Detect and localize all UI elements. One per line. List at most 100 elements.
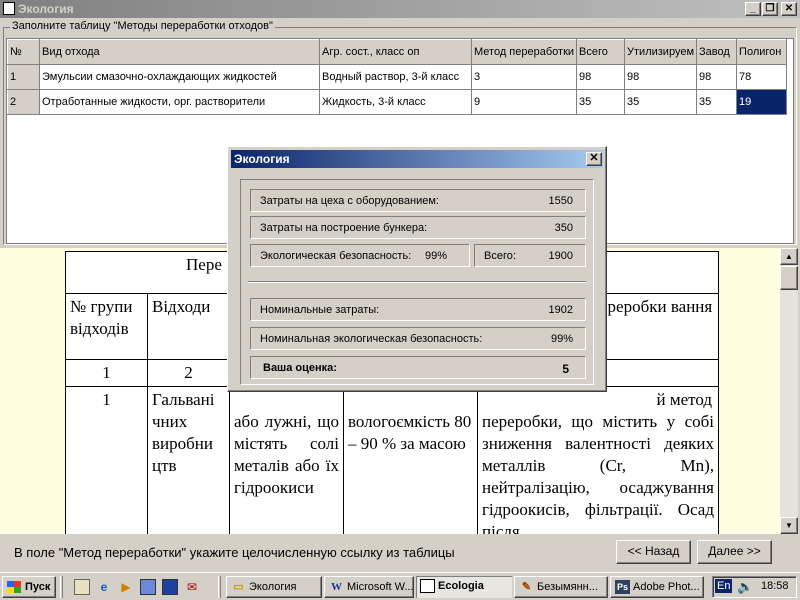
grid-cell[interactable]: 98 bbox=[576, 64, 626, 90]
row-number[interactable]: 1 bbox=[7, 64, 40, 90]
grid-header[interactable]: № bbox=[7, 39, 40, 65]
grid-table: № Вид отхода Агр. сост., класс оп Метод … bbox=[7, 39, 788, 115]
task-button-word[interactable]: W Microsoft W... bbox=[324, 576, 414, 598]
grid-header[interactable]: Завод bbox=[696, 39, 738, 65]
close-button[interactable]: ✕ bbox=[781, 2, 797, 16]
scroll-down-button[interactable]: ▼ bbox=[780, 517, 798, 534]
app-icon bbox=[3, 2, 15, 15]
score-value: 5 bbox=[562, 362, 569, 376]
clock: 18:58 bbox=[761, 580, 789, 592]
word-icon: W bbox=[331, 581, 342, 593]
grid-cell[interactable]: Водный раствор, 3-й класс bbox=[319, 64, 472, 90]
task-label: Экология bbox=[249, 581, 297, 593]
table-row: 2 Отработанные жидкости, орг. растворите… bbox=[7, 89, 788, 115]
toolbar-handle[interactable] bbox=[218, 576, 221, 598]
dialog-titlebar[interactable]: Экология bbox=[231, 150, 603, 168]
minimize-button[interactable]: _ bbox=[745, 2, 761, 16]
grid-header[interactable]: Агр. сост., класс оп bbox=[319, 39, 472, 65]
grid-cell-selected[interactable]: 19 bbox=[736, 89, 788, 115]
restore-button[interactable]: ❐ bbox=[762, 2, 778, 16]
grid-header[interactable]: Вид отхода bbox=[39, 39, 320, 65]
app-shortcut-icon[interactable] bbox=[140, 579, 156, 595]
dialog-title: Экология bbox=[234, 152, 290, 166]
bunker-cost-field: Затраты на построение бункера: 350 bbox=[250, 216, 586, 239]
task-label: Microsoft W... bbox=[347, 581, 414, 593]
show-desktop-icon[interactable] bbox=[74, 579, 90, 595]
row-number[interactable]: 2 bbox=[7, 89, 40, 115]
grid-header[interactable]: Утилизируем bbox=[624, 39, 698, 65]
scroll-thumb[interactable] bbox=[780, 266, 798, 290]
grid-header-row: № Вид отхода Агр. сост., класс оп Метод … bbox=[7, 39, 788, 65]
grid-cell[interactable]: 35 bbox=[576, 89, 626, 115]
eco-safety-label: Экологическая безопасность: bbox=[260, 250, 412, 262]
total-label: Всего: bbox=[484, 250, 516, 262]
doc-row-c5: й метод переробки, що містить у собі зниж… bbox=[477, 386, 719, 534]
grid-header[interactable]: Всего bbox=[576, 39, 626, 65]
result-dialog: Экология ✕ Затраты на цеха с оборудовани… bbox=[227, 146, 607, 392]
grid-cell[interactable]: 9 bbox=[470, 89, 578, 115]
task-button-ecology-folder[interactable]: ▭ Экология bbox=[226, 576, 322, 598]
toolbar-handle[interactable] bbox=[60, 576, 63, 598]
doc-row-waste: Гальвані чних виробни цтв bbox=[147, 386, 230, 534]
grid-cell[interactable]: 3 bbox=[470, 64, 578, 90]
dialog-close-button[interactable]: ✕ bbox=[586, 152, 602, 166]
doc-col-header: Відходи bbox=[147, 293, 230, 360]
app-icon bbox=[420, 579, 435, 593]
grid-cell[interactable]: Отработанные жидкости, орг. растворители bbox=[39, 89, 320, 115]
scroll-up-button[interactable]: ▲ bbox=[780, 248, 798, 265]
equipment-cost-value: 1550 bbox=[548, 195, 573, 207]
doc-num: 2 bbox=[147, 359, 230, 387]
doc-num: 1 bbox=[65, 359, 148, 387]
system-tray: En 🔈 18:58 bbox=[712, 576, 797, 598]
doc-title: Пере bbox=[186, 255, 222, 274]
language-indicator[interactable]: En bbox=[715, 579, 733, 593]
vertical-scrollbar[interactable]: ▲ ▼ bbox=[780, 248, 798, 534]
status-bar: В поле "Метод переработки" укажите целоч… bbox=[0, 537, 800, 567]
outlook-icon[interactable]: ✉ bbox=[184, 579, 200, 595]
windows-logo-icon bbox=[7, 581, 21, 593]
grid-cell[interactable]: 35 bbox=[696, 89, 738, 115]
task-label: Adobe Phot... bbox=[633, 581, 700, 593]
table-row: 1 Эмульсии смазочно-охлаждающих жидкосте… bbox=[7, 64, 788, 90]
media-player-icon[interactable]: ▶ bbox=[118, 579, 134, 595]
doc-row-c5a: й метод bbox=[656, 390, 712, 409]
score-label: Ваша оценка: bbox=[263, 362, 337, 374]
bunker-cost-label: Затраты на построение бункера: bbox=[260, 222, 428, 234]
doc-row-c5-text: переробки, що містить у собі зниження ва… bbox=[482, 412, 714, 534]
grid-header[interactable]: Полигон bbox=[736, 39, 788, 65]
group-label: Заполните таблицу "Методы переработки от… bbox=[10, 20, 275, 32]
dialog-separator bbox=[248, 281, 586, 283]
total-field: Всего: 1900 bbox=[474, 244, 586, 267]
grid-cell[interactable]: 98 bbox=[624, 64, 698, 90]
grid-cell[interactable]: 78 bbox=[736, 64, 788, 90]
task-button-ecologia[interactable]: Ecologia bbox=[416, 576, 512, 598]
next-button[interactable]: Далее >> bbox=[697, 540, 772, 564]
grid-cell[interactable]: Жидкость, 3-й класс bbox=[319, 89, 472, 115]
bunker-cost-value: 350 bbox=[554, 222, 573, 234]
task-label: Ecologia bbox=[438, 580, 484, 592]
paint-icon: ✎ bbox=[521, 581, 532, 593]
grid-cell[interactable]: 35 bbox=[624, 89, 698, 115]
doc-row-c3: або лужні, що містять солі металів або ї… bbox=[229, 386, 344, 534]
grid-cell[interactable]: Эмульсии смазочно-охлаждающих жидкостей bbox=[39, 64, 320, 90]
back-button[interactable]: << Назад bbox=[616, 540, 691, 564]
task-button-paint[interactable]: ✎ Безымянн... bbox=[514, 576, 608, 598]
total-value: 1900 bbox=[548, 250, 573, 262]
internet-explorer-icon[interactable]: e bbox=[96, 579, 112, 595]
book-icon[interactable] bbox=[162, 579, 178, 595]
task-button-photoshop[interactable]: Ps Adobe Phot... bbox=[610, 576, 704, 598]
nominal-safety-field: Номинальная экологическая безопасность: … bbox=[250, 327, 586, 350]
equipment-cost-label: Затраты на цеха с оборудованием: bbox=[260, 195, 439, 207]
volume-icon[interactable]: 🔈 bbox=[737, 579, 753, 595]
doc-row-c4-text: вологоємкість 80 – 90 % за масою bbox=[348, 412, 472, 453]
doc-row-number: 1 bbox=[65, 386, 148, 534]
start-label: Пуск bbox=[25, 581, 51, 593]
nominal-safety-value: 99% bbox=[550, 333, 573, 345]
start-button[interactable]: Пуск bbox=[2, 576, 56, 598]
grid-header[interactable]: Метод переработки bbox=[470, 39, 578, 65]
window-titlebar[interactable]: Экология _ ❐ ✕ bbox=[0, 0, 800, 18]
equipment-cost-field: Затраты на цеха с оборудованием: 1550 bbox=[250, 189, 586, 212]
window-title: Экология bbox=[18, 2, 74, 16]
grid-cell[interactable]: 98 bbox=[696, 64, 738, 90]
doc-row-c3-text: або лужні, що містять солі металів або ї… bbox=[234, 412, 339, 497]
